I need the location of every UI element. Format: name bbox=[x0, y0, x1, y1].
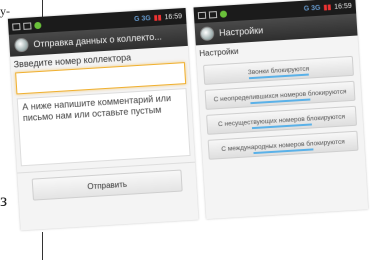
phone-left-screen: G 3G ▮▮ 16:59 Отправка данных о коллекто… bbox=[7, 7, 199, 231]
settings-toggle-2[interactable]: С несуществующих номеров блокируются bbox=[206, 105, 358, 135]
app-title: Отправка данных о коллекто... bbox=[33, 31, 163, 50]
app-logo-icon bbox=[199, 26, 215, 42]
signal-icon: G 3G bbox=[303, 4, 321, 13]
settings-options-list: Звонки блокируются С неопределившихся ном… bbox=[197, 55, 364, 160]
android-icon bbox=[219, 9, 228, 18]
notification-icon bbox=[12, 22, 21, 31]
phone-photo: G 3G ▮▮ 16:59 Отправка данных о коллекто… bbox=[7, 0, 369, 231]
comment-input[interactable]: А ниже напишите комментарий или письмо н… bbox=[16, 88, 191, 167]
signal-icon: G 3G bbox=[133, 14, 152, 23]
app-title: Настройки bbox=[218, 25, 264, 38]
send-button[interactable]: Отправить bbox=[31, 169, 183, 201]
battery-icon: ▮▮ bbox=[323, 4, 332, 12]
app-logo-icon bbox=[14, 37, 29, 53]
settings-toggle-0[interactable]: Звонки блокируются bbox=[203, 55, 354, 85]
android-icon bbox=[34, 21, 42, 29]
sdcard-icon bbox=[23, 21, 32, 30]
clock: 16:59 bbox=[164, 12, 183, 21]
notification-icon bbox=[197, 11, 207, 19]
clock: 16:59 bbox=[333, 2, 352, 11]
screenshot-stage: G 3G ▮▮ 16:59 Отправка данных о коллекто… bbox=[0, 0, 370, 260]
sdcard-icon bbox=[208, 10, 218, 19]
battery-icon: ▮▮ bbox=[153, 14, 162, 22]
settings-toggle-3[interactable]: С международных номеров блокируются bbox=[207, 130, 359, 160]
phone-right-screen: G 3G ▮▮ 16:59 Настройки Настройки Звонки… bbox=[193, 0, 369, 220]
settings-toggle-1[interactable]: С неопределившихся номеров блокируются bbox=[204, 80, 356, 110]
